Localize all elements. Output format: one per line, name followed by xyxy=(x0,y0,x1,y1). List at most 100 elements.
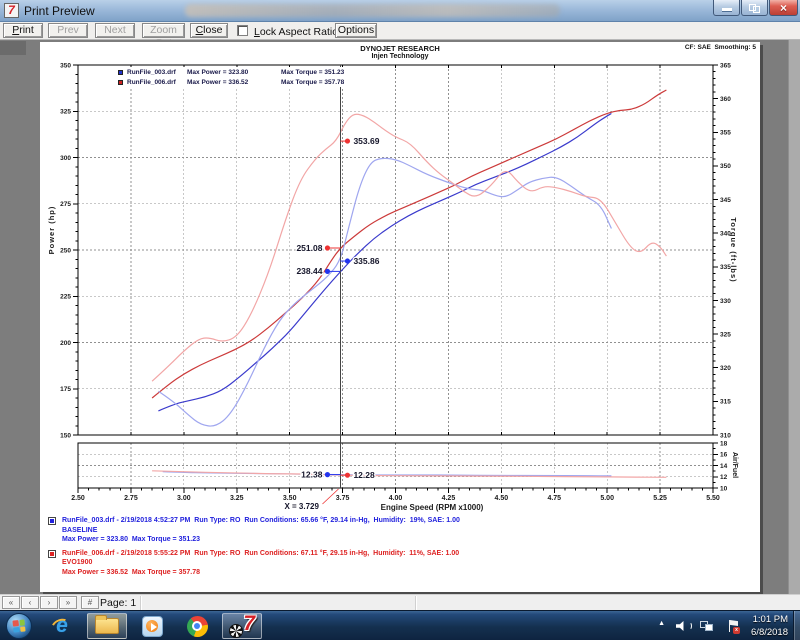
legend-row-baseline: RunFile_003.drf Max Power = 323.80 Max T… xyxy=(118,67,344,77)
power-tick-label: 300 xyxy=(60,155,71,162)
hidden-icons-button[interactable]: ▲ xyxy=(658,620,665,627)
x-axis-label: Engine Speed (RPM x1000) xyxy=(381,503,484,512)
zoom-out-button[interactable]: Zoom Out xyxy=(142,23,185,38)
run-info-evo1900: RunFile_006.drf - 2/19/2018 5:55:22 PM R… xyxy=(48,549,748,578)
taskbar-clock[interactable]: 1:01 PM 6/8/2018 xyxy=(736,613,788,639)
x-tick-label: 5.00 xyxy=(600,495,614,502)
torque-tick-label: 330 xyxy=(720,298,731,305)
torque-tick-label: 325 xyxy=(720,331,731,338)
annotation-dot xyxy=(345,138,350,143)
x-tick-label: 4.50 xyxy=(495,495,509,502)
airfuel-tick-label: 12 xyxy=(720,474,728,481)
run-line: EVO1900 xyxy=(62,558,748,568)
next-page-button[interactable]: › xyxy=(40,596,58,609)
close-window-button[interactable]: × xyxy=(769,0,798,16)
torque-tick-label: 320 xyxy=(720,365,731,372)
x-tick-label: 3.00 xyxy=(177,495,191,502)
legend-chip-red xyxy=(118,80,123,85)
page-indicator: Page: 1 xyxy=(100,597,136,609)
lock-aspect-ratio-checkbox[interactable] xyxy=(237,25,248,36)
torque-tick-label: 360 xyxy=(720,96,731,103)
media-player-icon xyxy=(142,616,163,637)
x-tick-label: 5.50 xyxy=(706,495,720,502)
torque-tick-label: 310 xyxy=(720,432,731,439)
workspace-corner xyxy=(0,41,26,55)
airfuel-tick-label: 10 xyxy=(720,485,728,492)
restore-button[interactable] xyxy=(741,0,768,16)
annotation-dot xyxy=(345,473,350,478)
annotation-label: 12.28 xyxy=(353,470,375,480)
start-button[interactable] xyxy=(6,613,32,639)
close-preview-button[interactable]: Close xyxy=(190,23,228,38)
x-tick-label: 5.25 xyxy=(653,495,667,502)
run-line: Max Power = 336.52 Max Torque = 357.78 xyxy=(62,568,748,578)
lock-aspect-ratio-label: Lock Aspect Ratio xyxy=(254,26,338,38)
x-tick-label: 3.75 xyxy=(336,495,350,502)
power-axis-label: Power (hp) xyxy=(47,206,56,255)
prev-page-button[interactable]: ‹ xyxy=(21,596,39,609)
taskbar-item-dyno-app[interactable]: 7 xyxy=(222,613,262,639)
legend-row-evo1900: RunFile_006.drf Max Power = 336.52 Max T… xyxy=(118,77,344,87)
preview-workspace: DYNOJET RESEARCH Injen Technology CF: SA… xyxy=(0,40,800,594)
tray-time: 1:01 PM xyxy=(736,613,788,626)
curve-power-evo1900 xyxy=(152,90,666,398)
run-info-footer: RunFile_003.drf - 2/19/2018 4:52:27 PM R… xyxy=(48,516,748,581)
prev-button[interactable]: Prev xyxy=(48,23,88,38)
taskbar: e 7 ▲ x 1:01 PM 6/8/2018 xyxy=(0,610,800,640)
torque-tick-label: 355 xyxy=(720,130,731,137)
chart-legend: RunFile_003.drf Max Power = 323.80 Max T… xyxy=(116,67,346,87)
redacted-title-text xyxy=(185,4,560,17)
folder-icon xyxy=(95,618,119,634)
run-line: RunFile_006.drf - 2/19/2018 5:55:22 PM R… xyxy=(62,549,748,559)
x-tick-label: 4.25 xyxy=(442,495,456,502)
dynojet-seven-icon: 7 xyxy=(229,614,255,638)
torque-tick-label: 345 xyxy=(720,197,731,204)
power-tick-label: 225 xyxy=(60,294,71,301)
run-chip-blue xyxy=(48,517,56,525)
power-tick-label: 150 xyxy=(60,432,71,439)
app-icon: 7 xyxy=(4,3,19,18)
torque-axis-label: Torque (ft-lbs) xyxy=(729,217,738,282)
airfuel-tick-label: 18 xyxy=(720,440,728,447)
tray-date: 6/8/2018 xyxy=(736,626,788,639)
x-tick-label: 4.00 xyxy=(389,495,403,502)
annotation-dot xyxy=(325,472,330,477)
curve-airfuel-evo1900 xyxy=(152,471,666,478)
x-tick-label: 4.75 xyxy=(547,495,561,502)
print-button[interactable]: Print xyxy=(3,23,43,38)
run-line: Max Power = 323.80 Max Torque = 351.23 xyxy=(62,535,748,545)
torque-tick-label: 365 xyxy=(720,62,731,69)
airfuel-tick-label: 16 xyxy=(720,452,728,459)
power-tick-label: 175 xyxy=(60,386,71,393)
show-desktop-button[interactable] xyxy=(793,611,800,640)
window-title: Print Preview xyxy=(24,4,95,18)
page-number-button[interactable]: # xyxy=(81,596,99,609)
vertical-scrollbar[interactable] xyxy=(788,40,800,594)
minimize-button[interactable] xyxy=(713,0,740,16)
run-line: RunFile_003.drf - 2/19/2018 4:52:27 PM R… xyxy=(62,516,748,526)
next-button[interactable]: Next xyxy=(95,23,135,38)
action-center-icon[interactable] xyxy=(729,620,731,632)
x-tick-label: 2.75 xyxy=(124,495,138,502)
x-tick-label: 3.50 xyxy=(283,495,297,502)
annotation-dot xyxy=(345,258,350,263)
airfuel-tick-label: 14 xyxy=(720,463,728,470)
last-page-button[interactable]: » xyxy=(59,596,77,609)
taskbar-item-explorer[interactable] xyxy=(87,613,127,639)
annotation-label: 335.86 xyxy=(353,256,379,266)
run-info-baseline: RunFile_003.drf - 2/19/2018 4:52:27 PM R… xyxy=(48,516,748,545)
annotation-label: 353.69 xyxy=(353,136,379,146)
airfuel-axis-label: Air/Fuel xyxy=(731,452,738,478)
taskbar-item-ie[interactable]: e xyxy=(42,613,82,639)
speaker-icon[interactable] xyxy=(676,621,687,631)
power-tick-label: 275 xyxy=(60,201,71,208)
taskbar-item-media-player[interactable] xyxy=(132,613,172,639)
taskbar-item-chrome[interactable] xyxy=(177,613,217,639)
options-button[interactable]: Options xyxy=(335,23,377,38)
minimize-icon xyxy=(722,8,732,11)
toolbar: Print Prev Next Zoom Out Close Lock Aspe… xyxy=(0,22,800,40)
legend-chip-blue xyxy=(118,70,123,75)
power-tick-label: 250 xyxy=(60,247,71,254)
windows-logo-icon xyxy=(12,619,25,632)
first-page-button[interactable]: « xyxy=(2,596,20,609)
